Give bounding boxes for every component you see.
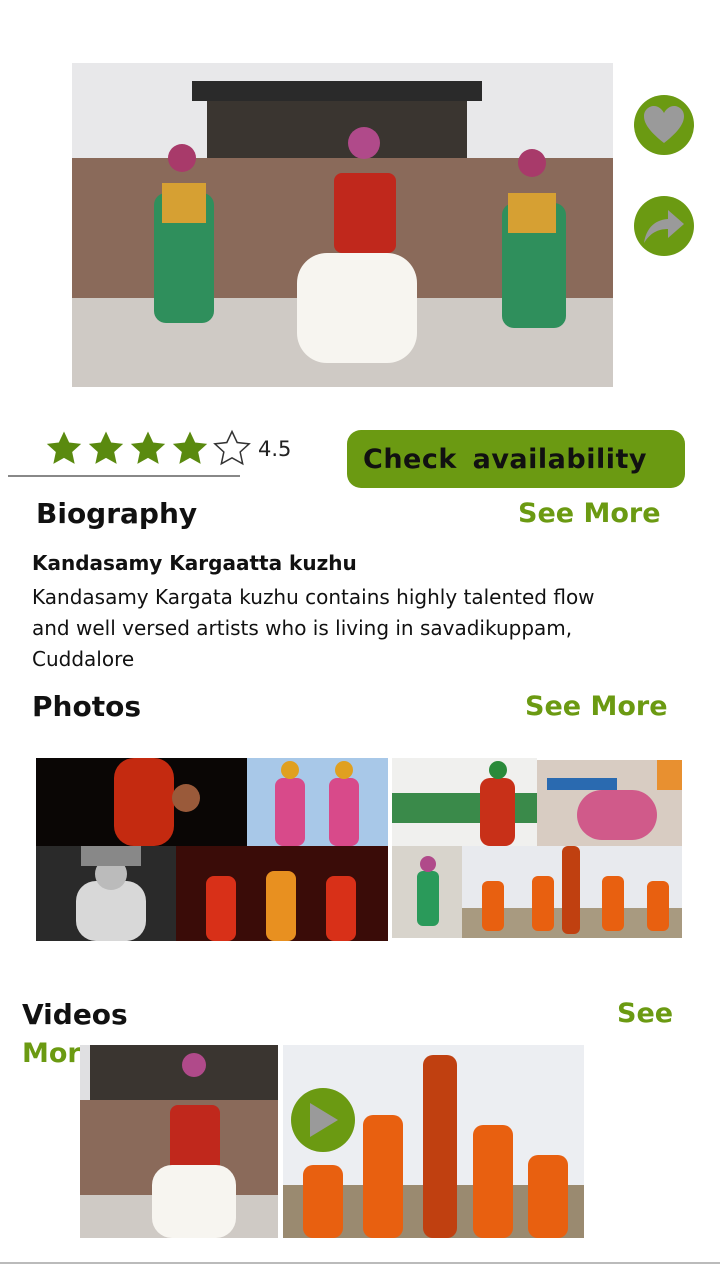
- video-thumbnail[interactable]: [80, 1045, 278, 1238]
- photo-thumbnail[interactable]: [537, 760, 682, 846]
- share-button[interactable]: [634, 196, 694, 256]
- star-filled-icon: [130, 431, 166, 464]
- photo-thumbnail[interactable]: [392, 846, 462, 938]
- star-filled-icon: [172, 431, 208, 464]
- share-arrow-icon: [644, 210, 684, 243]
- divider: [0, 1262, 720, 1264]
- artist-name: Kandasamy Kargaatta kuzhu: [32, 551, 357, 575]
- like-button[interactable]: [634, 95, 694, 155]
- biography-see-more-link[interactable]: See More: [518, 498, 661, 529]
- biography-title: Biography: [36, 497, 198, 530]
- biography-line: and well versed artists who is living in…: [32, 616, 573, 640]
- photos-see-more-link[interactable]: See More: [525, 691, 668, 722]
- play-icon: [310, 1103, 338, 1137]
- photo-thumbnail[interactable]: [462, 846, 682, 938]
- photo-thumbnail[interactable]: [392, 758, 537, 846]
- star-filled-icon: [46, 431, 82, 464]
- photo-thumbnail[interactable]: [176, 846, 388, 941]
- hero-image: [72, 63, 613, 387]
- photo-thumbnail[interactable]: [36, 758, 247, 846]
- play-button[interactable]: [291, 1088, 355, 1152]
- photos-title: Photos: [32, 690, 141, 723]
- star-empty-icon: [213, 429, 251, 466]
- biography-text: Kandasamy Kargata kuzhu contains highly …: [32, 582, 720, 675]
- rating-value: 4.5: [258, 437, 292, 461]
- photo-thumbnail[interactable]: [247, 758, 388, 846]
- videos-title: Videos: [22, 998, 128, 1031]
- videos-see-more-link[interactable]: See: [617, 998, 673, 1029]
- star-filled-icon: [88, 431, 124, 464]
- rating: 4.5: [44, 428, 291, 470]
- biography-line: Kandasamy Kargata kuzhu contains highly …: [32, 585, 595, 609]
- check-availability-button[interactable]: Check availability: [347, 430, 685, 488]
- divider: [8, 475, 240, 477]
- heart-icon: [644, 106, 684, 143]
- biography-line: Cuddalore: [32, 647, 135, 671]
- photo-thumbnail[interactable]: [36, 846, 176, 941]
